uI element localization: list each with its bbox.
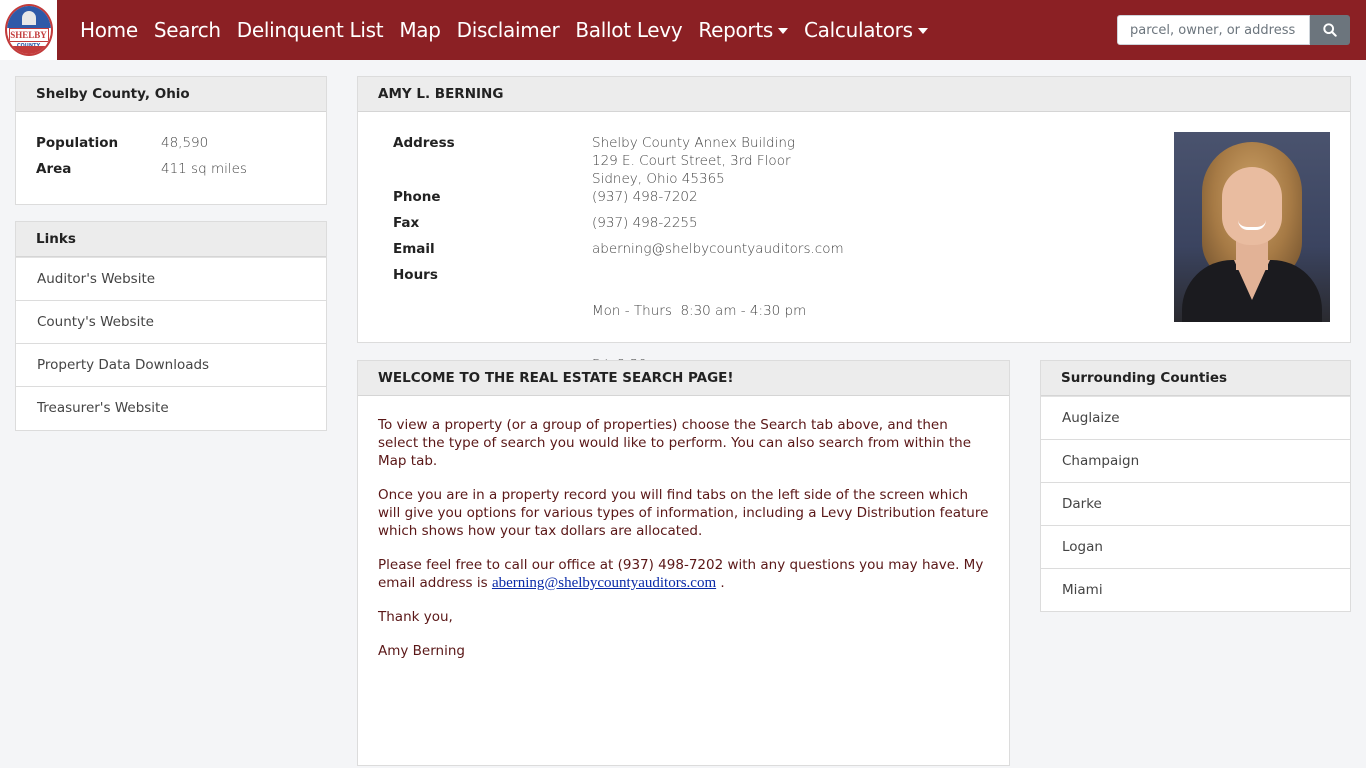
- address-line-2: 129 E. Court Street, 3rd Floor: [592, 153, 791, 169]
- welcome-paragraph-3: Please feel free to call our office at (…: [378, 556, 989, 592]
- links-card: Links Auditor's Website County's Website…: [15, 221, 327, 431]
- county-seal-logo[interactable]: SHELBY COUNTY: [0, 0, 57, 60]
- link-auditors-website[interactable]: Auditor's Website: [16, 257, 326, 300]
- county-info-title: Shelby County, Ohio: [16, 77, 326, 112]
- area-value: 411 sq miles: [161, 161, 247, 177]
- address-label: Address: [393, 135, 455, 151]
- navbar: SHELBY COUNTY Home Search Delinquent Lis…: [0, 0, 1366, 60]
- county-link-darke[interactable]: Darke: [1041, 482, 1350, 525]
- county-info-card: Shelby County, Ohio Population 48,590 Ar…: [15, 76, 327, 205]
- county-link-miami[interactable]: Miami: [1041, 568, 1350, 611]
- county-link-auglaize[interactable]: Auglaize: [1041, 396, 1350, 439]
- link-property-data-downloads[interactable]: Property Data Downloads: [16, 343, 326, 386]
- email-link[interactable]: aberning@shelbycountyauditors.com: [492, 575, 716, 591]
- nav-ballot-levy[interactable]: Ballot Levy: [567, 18, 690, 42]
- search-button[interactable]: [1310, 15, 1350, 45]
- links-list: Auditor's Website County's Website Prope…: [16, 257, 326, 429]
- nav-reports-dropdown[interactable]: Reports: [690, 18, 796, 42]
- county-seal-icon: SHELBY COUNTY: [4, 4, 53, 56]
- area-label: Area: [36, 161, 72, 177]
- fax-value: (937) 498-2255: [592, 215, 698, 231]
- phone-value: (937) 498-7202: [592, 189, 698, 205]
- email-label: Email: [393, 241, 435, 257]
- hours-line-1: Mon - Thurs 8:30 am - 4:30 pm: [592, 303, 807, 319]
- welcome-title: WELCOME TO THE REAL ESTATE SEARCH PAGE!: [358, 361, 1009, 396]
- welcome-paragraph-1: To view a property (or a group of proper…: [378, 417, 972, 469]
- population-value: 48,590: [161, 135, 209, 151]
- population-label: Population: [36, 135, 119, 151]
- auditor-card: AMY L. BERNING Address Shelby County Ann…: [357, 76, 1351, 373]
- nav-disclaimer[interactable]: Disclaimer: [449, 18, 568, 42]
- main-nav: Home Search Delinquent List Map Disclaim…: [72, 0, 936, 60]
- link-countys-website[interactable]: County's Website: [16, 300, 326, 343]
- surrounding-counties-card: Surrounding Counties Auglaize Champaign …: [1040, 360, 1351, 612]
- welcome-body: To view a property (or a group of proper…: [358, 396, 1009, 696]
- welcome-signature: Amy Berning: [378, 643, 465, 659]
- nav-reports-label: Reports: [698, 18, 774, 42]
- links-title: Links: [16, 222, 326, 257]
- address-line-3: Sidney, Ohio 45365: [592, 171, 725, 187]
- caret-down-icon: [917, 28, 928, 34]
- welcome-closing: Thank you,: [378, 609, 453, 625]
- search-input[interactable]: [1117, 15, 1310, 45]
- county-link-logan[interactable]: Logan: [1041, 525, 1350, 568]
- nav-calculators-label: Calculators: [804, 18, 913, 42]
- phone-label: Phone: [393, 189, 441, 205]
- nav-map[interactable]: Map: [391, 18, 448, 42]
- counties-list: Auglaize Champaign Darke Logan Miami: [1041, 396, 1350, 611]
- nav-calculators-dropdown[interactable]: Calculators: [796, 18, 936, 42]
- search-icon: [1323, 23, 1337, 37]
- nav-delinquent-list[interactable]: Delinquent List: [229, 18, 392, 42]
- email-value: aberning@shelbycountyauditors.com: [592, 241, 844, 257]
- welcome-paragraph-2: Once you are in a property record you wi…: [378, 487, 989, 539]
- caret-down-icon: [778, 28, 789, 34]
- welcome-card: WELCOME TO THE REAL ESTATE SEARCH PAGE! …: [357, 360, 1010, 766]
- link-treasurers-website[interactable]: Treasurer's Website: [16, 386, 326, 429]
- address-line-1: Shelby County Annex Building: [592, 135, 795, 151]
- nav-home[interactable]: Home: [72, 18, 146, 42]
- fax-label: Fax: [393, 215, 420, 231]
- county-link-champaign[interactable]: Champaign: [1041, 439, 1350, 482]
- surrounding-counties-title: Surrounding Counties: [1041, 361, 1350, 396]
- auditor-name: AMY L. BERNING: [358, 77, 1350, 112]
- auditor-photo: [1174, 132, 1330, 322]
- nav-search[interactable]: Search: [146, 18, 229, 42]
- hours-label: Hours: [393, 267, 438, 283]
- address-value: Shelby County Annex Building 129 E. Cour…: [592, 134, 795, 188]
- welcome-p3-end: .: [716, 575, 725, 591]
- seal-name-text: SHELBY: [8, 28, 49, 42]
